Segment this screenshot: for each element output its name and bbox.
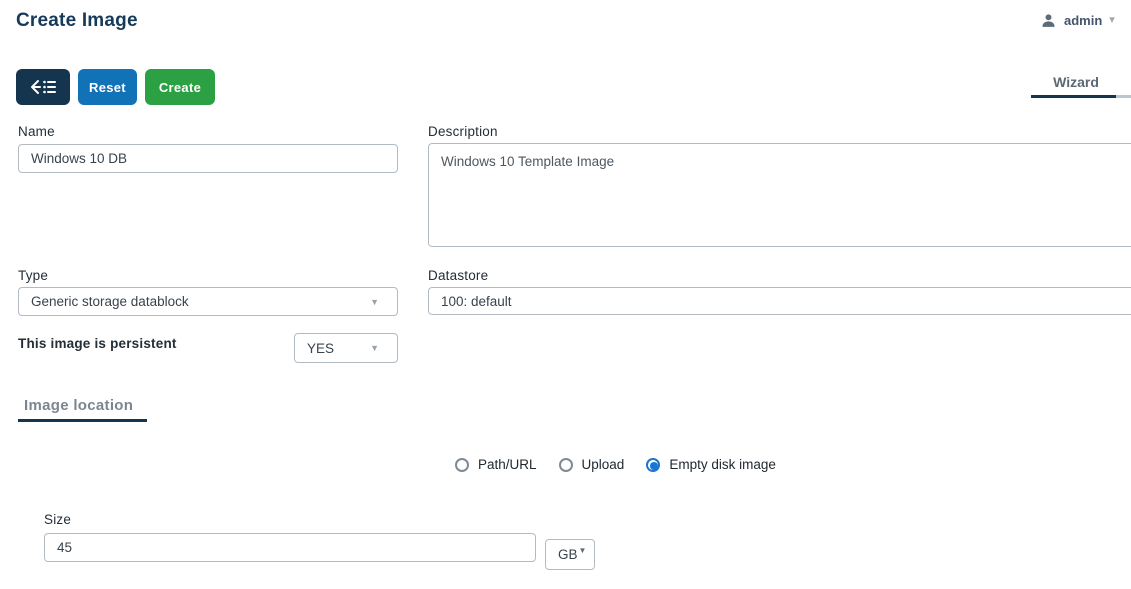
size-unit-select[interactable]: GB ▼ [545, 539, 595, 570]
user-name: admin [1064, 13, 1103, 28]
tab-active-indicator [1031, 95, 1116, 98]
radio-label: Upload [581, 457, 625, 472]
back-to-list-button[interactable] [16, 69, 70, 105]
name-label: Name [18, 124, 55, 139]
type-select-value: Generic storage datablock [31, 294, 189, 309]
reset-button[interactable]: Reset [78, 69, 137, 105]
chevron-down-icon: ▼ [578, 546, 587, 555]
user-icon [1040, 12, 1057, 29]
back-to-list-icon [31, 80, 56, 94]
radio-icon [558, 457, 573, 472]
description-label: Description [428, 124, 498, 139]
tab-bar-divider [1116, 95, 1131, 98]
persistent-label: This image is persistent [18, 336, 177, 351]
size-input[interactable] [44, 533, 536, 562]
persistent-select[interactable]: YES ▼ [294, 333, 398, 363]
datastore-label: Datastore [428, 268, 489, 283]
create-image-page: Create Image admin ▾ Reset Create Wizard… [0, 0, 1131, 589]
tab-wizard[interactable]: Wizard [1031, 74, 1121, 94]
chevron-down-icon: ▼ [370, 296, 379, 307]
user-menu[interactable]: admin ▾ [1040, 12, 1115, 29]
type-label: Type [18, 268, 49, 283]
chevron-down-icon: ▼ [370, 343, 379, 353]
radio-icon [455, 457, 469, 472]
datastore-select-value: 100: default [441, 293, 512, 309]
description-textarea[interactable]: Windows 10 Template Image [428, 143, 1131, 247]
radio-label: Empty disk image [669, 457, 776, 472]
persistent-select-value: YES [307, 340, 335, 356]
datastore-select[interactable]: 100: default [428, 287, 1131, 315]
radio-checked-icon [646, 457, 661, 472]
page-title: Create Image [16, 10, 138, 31]
chevron-down-icon: ▾ [1109, 14, 1115, 26]
name-input[interactable] [18, 144, 398, 173]
size-unit-value: GB [558, 547, 578, 562]
radio-path-url[interactable]: Path/URL [455, 457, 537, 472]
size-label: Size [44, 512, 72, 527]
radio-label: Path/URL [478, 457, 537, 472]
create-button[interactable]: Create [145, 69, 215, 105]
radio-empty-disk-image[interactable]: Empty disk image [646, 457, 776, 472]
image-location-options: Path/URL Upload Empty disk image [455, 457, 776, 472]
image-location-underline [18, 419, 147, 422]
image-location-heading: Image location [24, 397, 134, 414]
type-select[interactable]: Generic storage datablock ▼ [18, 287, 398, 316]
radio-upload[interactable]: Upload [558, 457, 625, 472]
